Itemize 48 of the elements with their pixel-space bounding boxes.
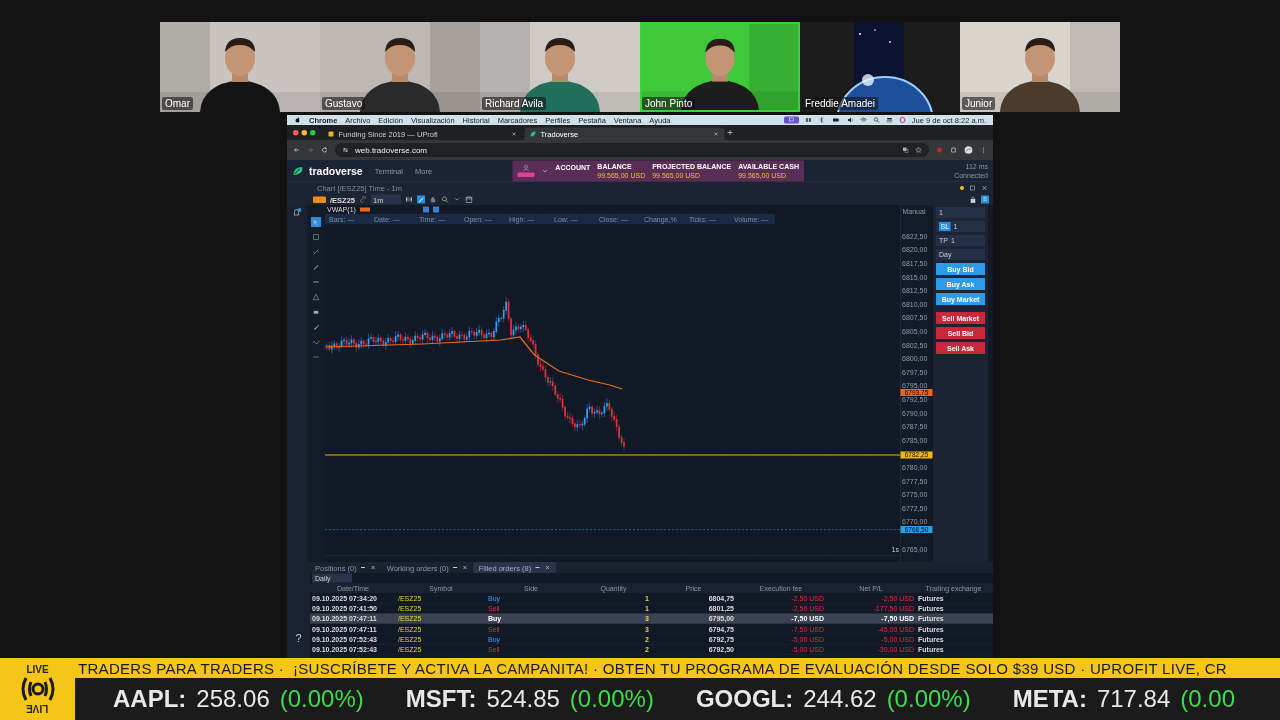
status-dot-icon bbox=[960, 186, 964, 190]
site-settings-icon[interactable] bbox=[342, 146, 349, 154]
stock-price: 524.85 bbox=[486, 685, 560, 713]
pen-icon[interactable] bbox=[311, 262, 321, 272]
pencil-icon[interactable] bbox=[417, 195, 425, 204]
logo-text: LIVE bbox=[26, 664, 49, 675]
minimize-icon[interactable] bbox=[301, 129, 307, 136]
translate-icon[interactable] bbox=[902, 146, 909, 154]
stock-price: 717.84 bbox=[1096, 685, 1171, 713]
stock-symbol: MSFT: bbox=[405, 685, 477, 713]
stock-price: 258.06 bbox=[196, 685, 270, 713]
order-book-icon[interactable] bbox=[981, 195, 989, 204]
battery-icon[interactable] bbox=[830, 116, 841, 124]
stock-change: (0.00%) bbox=[279, 685, 364, 713]
brush-icon[interactable] bbox=[311, 322, 321, 332]
candles-icon[interactable] bbox=[405, 195, 413, 204]
close-window-icon[interactable] bbox=[293, 129, 299, 136]
ticker-message: TRADERS PARA TRADERS · ¡SUSCRÍBETE Y ACTIVA LA CAMPANITA! · OBTEN TU PROGRAMA DE EVALUACIÓN DESDE SOLO $39 USD · UPROFIT LIVE, CR bbox=[75, 658, 1280, 678]
more-menu-icon[interactable] bbox=[980, 146, 987, 154]
stock-symbol: AAPL: bbox=[113, 685, 187, 713]
url-text: web.tradoverse.com bbox=[355, 145, 428, 155]
stock-change: (0.00 bbox=[1180, 685, 1235, 713]
participant-name: Gustavo bbox=[322, 97, 366, 110]
apple-icon[interactable] bbox=[294, 116, 301, 124]
stock-symbol: META: bbox=[1012, 685, 1087, 713]
help-button[interactable]: ? bbox=[295, 632, 302, 645]
site-icon bbox=[327, 130, 335, 138]
app-logo: tradoverse bbox=[309, 164, 363, 177]
profile-icon[interactable] bbox=[964, 145, 973, 155]
stock-symbol: GOOGL: bbox=[695, 685, 794, 713]
screen-share-icon[interactable] bbox=[783, 116, 799, 124]
indicator-color-swatch bbox=[359, 207, 370, 212]
participant-name: John Pinto bbox=[642, 97, 696, 110]
maximize-icon[interactable] bbox=[310, 129, 316, 136]
logo-icon bbox=[292, 164, 304, 177]
participant-name: Richard Avila bbox=[482, 97, 547, 110]
logo-text: LIVE bbox=[26, 703, 49, 714]
participant-name: Freddie Amadei bbox=[802, 97, 879, 110]
stock-change: (0.00%) bbox=[569, 685, 654, 713]
symbol-tag bbox=[313, 196, 326, 203]
leaf-icon bbox=[529, 130, 537, 138]
participant-name: Junior bbox=[962, 97, 996, 110]
address-bar[interactable]: web.tradoverse.com bbox=[335, 143, 929, 157]
participant-name: Omar bbox=[162, 97, 193, 110]
account-badge bbox=[517, 172, 535, 177]
stock-price: 244.62 bbox=[803, 685, 877, 713]
volume-icon[interactable] bbox=[846, 116, 854, 124]
stock-change: (0.00%) bbox=[886, 685, 971, 713]
